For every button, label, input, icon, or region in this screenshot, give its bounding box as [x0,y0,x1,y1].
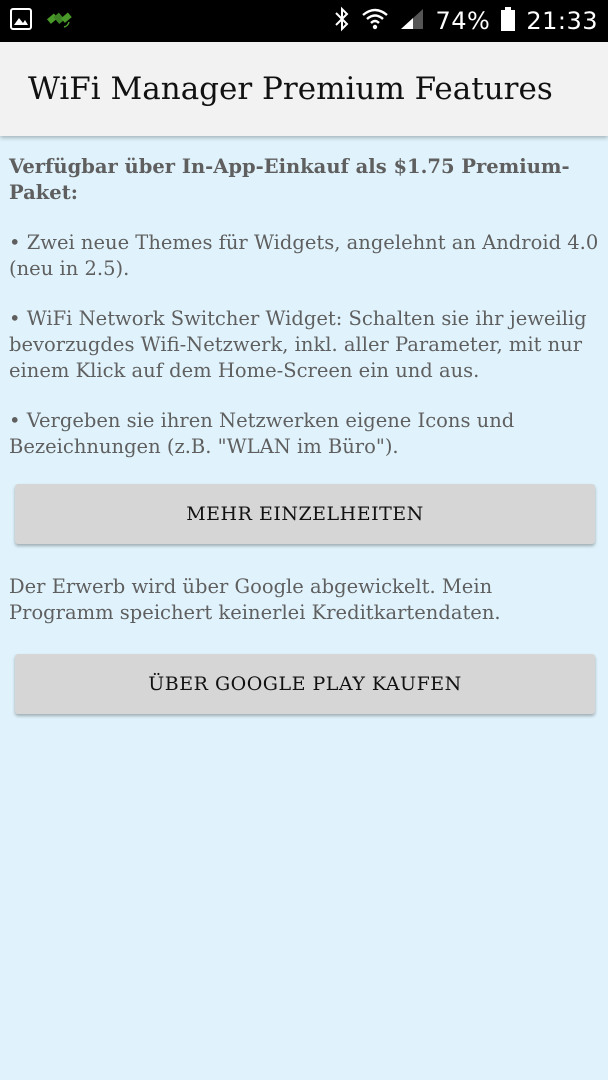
more-details-button[interactable]: MEHR EINZELHEITEN [15,484,595,544]
feature-item-themes: • Zwei neue Themes für Widgets, angelehn… [9,231,599,280]
battery-icon [500,6,516,36]
bluetooth-icon [333,6,351,36]
buy-google-play-button[interactable]: ÜBER GOOGLE PLAY KAUFEN [15,654,595,714]
clock: 21:33 [526,7,598,35]
status-bar-right: 74% 21:33 [333,6,598,36]
battery-percent: 74% [435,7,491,35]
signal-icon [399,7,425,35]
feature-item-icons: • Vergeben sie ihren Netzwerken eigene I… [9,409,515,458]
satellite-icon [44,4,74,38]
status-bar-left [10,4,74,38]
app-bar: WiFi Manager Premium Features [0,42,608,136]
image-icon [10,8,32,34]
page-title: WiFi Manager Premium Features [28,71,553,107]
feature-item-switcher-widget: • WiFi Network Switcher Widget: Schalten… [9,307,587,382]
status-bar: 74% 21:33 [0,0,608,42]
intro-text: Verfügbar über In-App-Einkauf als $1.75 … [9,155,570,204]
premium-content: Verfügbar über In-App-Einkauf als $1.75 … [0,136,608,714]
wifi-icon [361,7,389,35]
purchase-note: Der Erwerb wird über Google abgewickelt.… [9,575,501,624]
